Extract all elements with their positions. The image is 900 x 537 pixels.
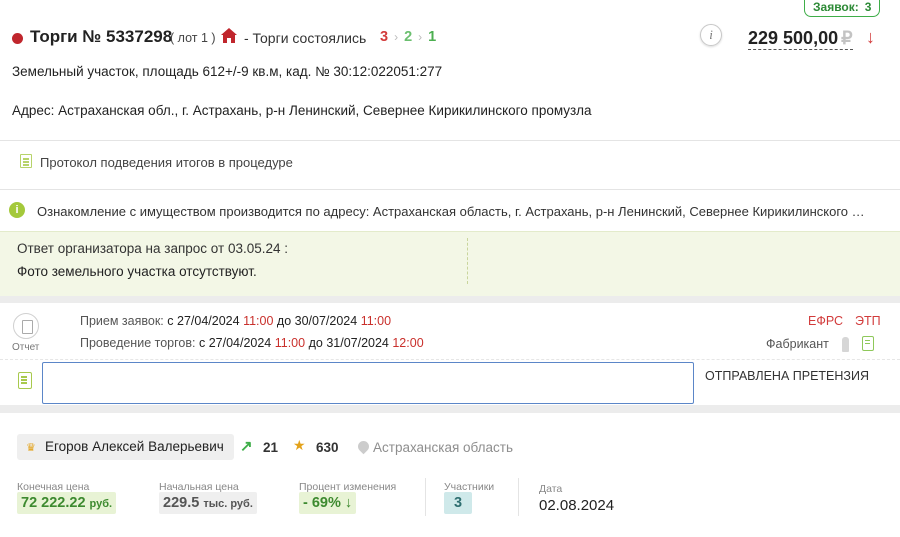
bidding-end-date: 31/07/2024 xyxy=(326,336,389,350)
edit-icon[interactable] xyxy=(18,372,32,389)
info-green-icon: i xyxy=(9,202,25,218)
document-icon xyxy=(20,154,32,168)
info-icon[interactable]: i xyxy=(700,24,722,46)
applications-start-time: 11:00 xyxy=(243,314,274,328)
arrow-down-icon: ↓ xyxy=(866,27,875,47)
organizer-answer-text: Фото земельного участка отсутствуют. xyxy=(17,264,257,279)
arrow-down-icon: ↓ xyxy=(344,495,353,511)
final-price: 72 222.22 руб. xyxy=(17,492,117,514)
start-price-unit: тыс. руб. xyxy=(203,498,253,510)
lot-address: Адрес: Астраханская обл., г. Астрахань, … xyxy=(12,103,592,118)
result-card xyxy=(0,413,900,537)
step-3: 3 xyxy=(380,29,389,45)
winner-region: Астраханская область xyxy=(373,440,514,455)
start-price-value: 229.5 xyxy=(163,495,200,511)
to-label: до xyxy=(308,336,323,350)
claim-status[interactable]: ОТПРАВЛЕНА ПРЕТЕНЗИЯ xyxy=(705,369,869,383)
applications-label: Прием заявок: xyxy=(80,314,164,328)
bidding-start-time: 11:00 xyxy=(274,336,306,350)
start-price: 229.5 тыс. руб. xyxy=(159,492,257,514)
price-value: 229 500,00 xyxy=(748,28,839,48)
step-1: 1 xyxy=(428,29,437,45)
bids-badge[interactable]: Заявок: 3 xyxy=(804,0,881,17)
change-percent-value: - 69% xyxy=(303,495,341,511)
to-label: до xyxy=(276,314,292,328)
organizer-answer-header: Ответ организатора на запрос от 03.05.24… xyxy=(17,241,288,256)
stage-steps: 3 › 2 › 1 xyxy=(380,29,436,45)
date-label: Дата xyxy=(539,483,563,495)
divider xyxy=(425,478,426,516)
trophy-icon: ★ xyxy=(293,437,306,453)
winner-name: Егоров Алексей Валерьевич xyxy=(45,439,224,454)
bidding-label: Проведение торгов: xyxy=(80,336,196,350)
efrs-link[interactable]: ЕФРС xyxy=(808,314,843,328)
house-icon xyxy=(221,28,237,43)
dashed-separator xyxy=(467,238,468,284)
applications-end-time: 11:00 xyxy=(360,314,392,328)
date-value: 02.08.2024 xyxy=(539,497,615,514)
bottle-icon[interactable] xyxy=(842,337,849,352)
applications-start-date: 27/04/2024 xyxy=(177,314,240,328)
divider xyxy=(518,478,519,516)
dashed-divider xyxy=(0,359,900,360)
winner-pill[interactable]: ♛ Егоров Алексей Валерьевич xyxy=(17,434,234,460)
from-label: с xyxy=(198,336,206,350)
auction-title[interactable]: Торги № 5337298 xyxy=(30,27,172,47)
change-percent: - 69% ↓ xyxy=(299,492,357,514)
trend-value: 21 xyxy=(263,440,279,455)
inspection-notice: Ознакомление с имуществом производится п… xyxy=(37,204,865,219)
bids-label: Заявок: xyxy=(813,0,859,14)
lot-description: Земельный участок, площадь 612+/-9 кв.м,… xyxy=(12,64,443,79)
final-price-value: 72 222.22 xyxy=(21,495,86,511)
platform-name: Фабрикант xyxy=(766,337,829,351)
divider xyxy=(0,140,900,141)
etp-link[interactable]: ЭТП xyxy=(855,314,881,328)
chevron-right-icon: › xyxy=(418,30,423,44)
applications-end-date: 30/07/2024 xyxy=(294,314,358,328)
trend-icon: ↗ xyxy=(240,438,253,455)
report-icon[interactable] xyxy=(13,313,39,339)
bidding-start-date: 27/04/2024 xyxy=(208,336,272,350)
step-2: 2 xyxy=(404,29,413,45)
currency-symbol: ₽ xyxy=(841,28,853,48)
final-price-unit: руб. xyxy=(89,498,113,510)
price[interactable]: 229 500,00 ₽ xyxy=(748,27,853,50)
chevron-right-icon: › xyxy=(394,30,399,44)
bidding-dates: Проведение торгов: с 27/04/2024 11:00 до… xyxy=(80,336,424,350)
note-icon[interactable] xyxy=(862,336,874,351)
bidding-end-time: 12:00 xyxy=(392,336,424,350)
bids-count: 3 xyxy=(864,0,872,14)
lot-number: ( лот 1 ) xyxy=(170,31,216,45)
protocol-link[interactable]: Протокол подведения итогов в процедуре xyxy=(40,155,293,170)
report-label[interactable]: Отчет xyxy=(12,342,39,353)
crown-icon: ♛ xyxy=(26,442,36,454)
comment-input[interactable] xyxy=(42,362,694,404)
auction-status: - Торги состоялись xyxy=(244,30,367,46)
applications-dates: Прием заявок: с 27/04/2024 11:00 до 30/0… xyxy=(80,314,391,328)
status-dot xyxy=(12,33,23,44)
divider xyxy=(0,189,900,190)
participants-count[interactable]: 3 xyxy=(444,492,472,514)
from-label: с xyxy=(167,314,174,328)
trophy-value: 630 xyxy=(316,440,339,455)
